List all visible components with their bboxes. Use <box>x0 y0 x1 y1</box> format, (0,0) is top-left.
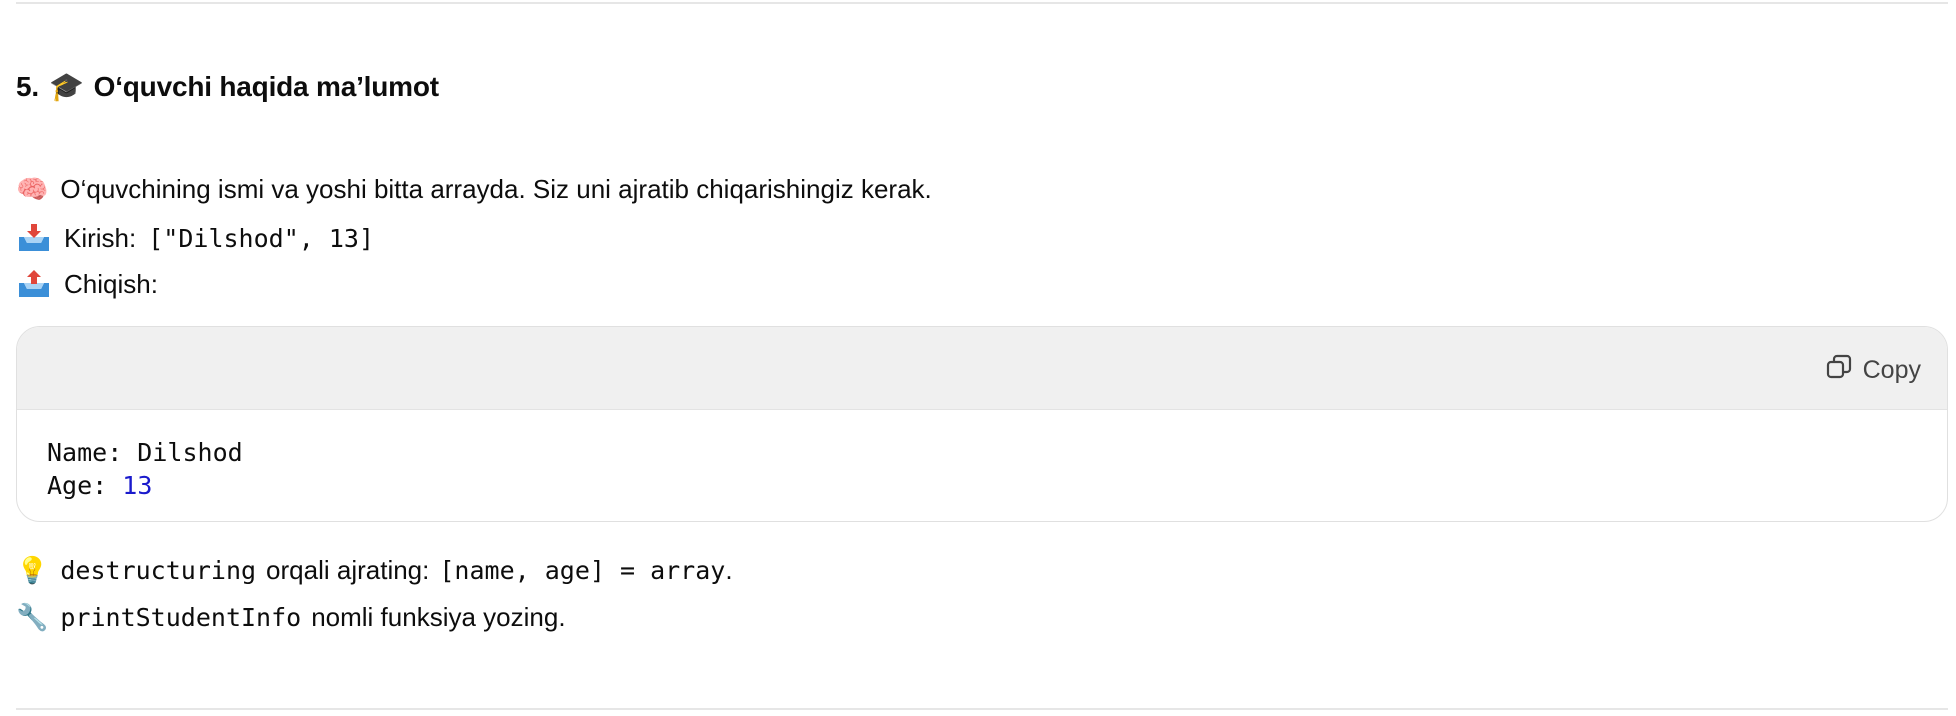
copy-button[interactable]: Copy <box>1825 353 1921 388</box>
wrench-icon: 🔧 <box>16 602 49 633</box>
outbox-tray-icon <box>16 266 52 302</box>
tip-code-function-name: printStudentInfo <box>60 603 302 632</box>
light-bulb-icon: 💡 <box>16 555 49 586</box>
code-line-name: Name: Dilshod <box>47 438 243 467</box>
hint-code-pattern: [name, age] = array. <box>439 555 733 585</box>
output-label: Chiqish: <box>64 268 158 299</box>
input-value: ["Dilshod", 13] <box>148 223 375 253</box>
bottom-divider <box>16 708 1948 710</box>
hint-line: 💡 destructuring orqali ajrating: [name, … <box>16 555 733 586</box>
graduation-cap-icon: 🎓 <box>48 70 84 103</box>
task-number: 5. <box>16 70 39 102</box>
code-block: Copy Name: Dilshod Age: 13 <box>16 326 1948 522</box>
code-content: Name: Dilshod Age: 13 <box>17 410 1947 521</box>
top-divider <box>16 2 1948 4</box>
hint-code-destructuring: destructuring <box>60 556 257 585</box>
task-title: O‘quvchi haqida ma’lumot <box>93 70 439 102</box>
code-line-age-key: Age: <box>47 471 123 500</box>
tip-text: nomli funksiya yozing. <box>311 602 566 632</box>
output-line: Chiqish: <box>16 266 158 302</box>
copy-label: Copy <box>1862 356 1921 384</box>
description-line: 🧠 O‘quvchining ismi va yoshi bitta array… <box>16 174 932 205</box>
input-line: Kirish: ["Dilshod", 13] <box>16 220 374 256</box>
tip-line: 🔧 printStudentInfo nomli funksiya yozing… <box>16 602 566 633</box>
brain-icon: 🧠 <box>16 174 49 205</box>
code-block-header: Copy <box>17 327 1947 410</box>
inbox-tray-icon <box>16 220 52 256</box>
description-text: O‘quvchining ismi va yoshi bitta arrayda… <box>60 174 932 204</box>
hint-text: orqali ajrating: <box>266 555 430 585</box>
input-label: Kirish: <box>64 222 137 253</box>
code-line-age-value: 13 <box>122 471 153 500</box>
task-heading: 5. 🎓 O‘quvchi haqida ma’lumot <box>16 70 439 103</box>
copy-icon <box>1825 353 1853 388</box>
